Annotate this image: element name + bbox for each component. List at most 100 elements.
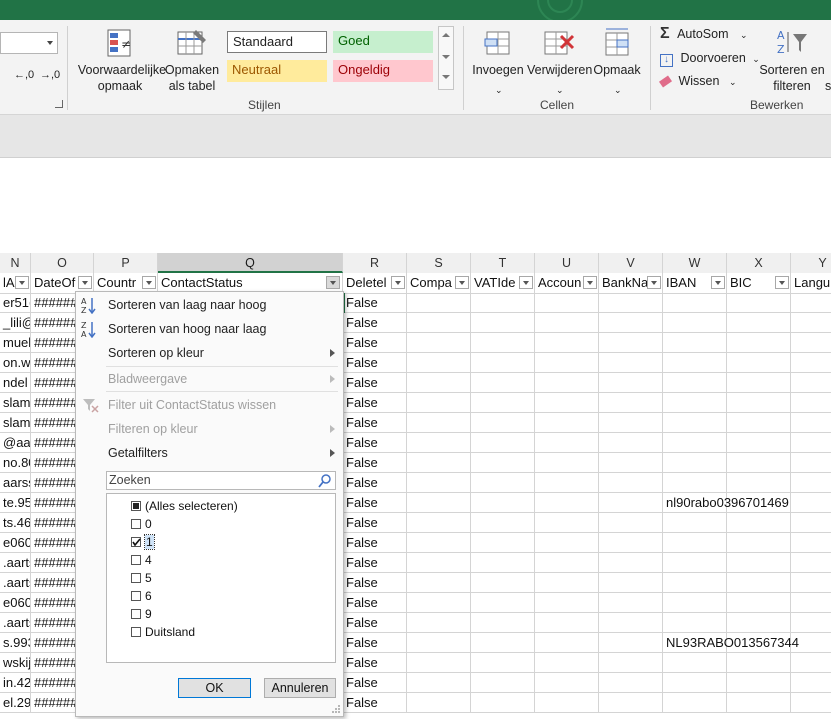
increase-decimals-button[interactable]: ←,0 [14, 67, 34, 83]
table-cell[interactable] [791, 673, 831, 692]
table-cell[interactable] [663, 373, 727, 392]
table-cell[interactable] [471, 653, 535, 672]
table-cell[interactable] [791, 493, 831, 512]
table-cell[interactable] [471, 373, 535, 392]
filter-list-item[interactable]: (Alles selecteren) [107, 498, 333, 514]
checkbox-icon[interactable] [131, 519, 141, 529]
table-cell[interactable] [791, 433, 831, 452]
sort-by-color-item[interactable]: Sorteren op kleur [76, 342, 343, 364]
table-cell[interactable] [663, 393, 727, 412]
table-cell[interactable]: False [343, 653, 407, 672]
table-cell[interactable]: e060 [0, 593, 31, 612]
table-cell[interactable]: nl90rabo0396701469 [663, 493, 789, 512]
filter-list-item[interactable]: 0 [107, 516, 333, 532]
table-cell[interactable] [791, 573, 831, 592]
checkbox-icon[interactable] [131, 627, 141, 637]
table-cell[interactable] [727, 673, 791, 692]
table-cell[interactable] [727, 433, 791, 452]
table-cell[interactable]: er51( [0, 293, 31, 312]
table-cell[interactable]: slama [0, 413, 31, 432]
ok-button[interactable]: OK [178, 678, 251, 698]
table-cell[interactable]: False [343, 493, 407, 512]
column-header[interactable]: V [599, 253, 663, 273]
table-cell[interactable] [535, 293, 599, 312]
table-cell[interactable] [791, 333, 831, 352]
table-cell[interactable]: @aalb [0, 433, 31, 452]
styles-gallery-scroll[interactable] [438, 26, 454, 90]
filter-dropdown-button[interactable] [78, 276, 92, 289]
table-cell[interactable] [407, 513, 471, 532]
table-cell[interactable] [791, 513, 831, 532]
insert-button[interactable]: Invoegen ⌄ [471, 26, 525, 95]
autosum-button[interactable]: Σ AutoSom ⌄ [660, 26, 748, 44]
table-cell[interactable] [663, 293, 727, 312]
table-cell[interactable]: te.957 [0, 493, 31, 512]
table-cell[interactable] [471, 673, 535, 692]
table-cell[interactable] [471, 293, 535, 312]
table-cell[interactable]: False [343, 613, 407, 632]
table-cell[interactable] [599, 453, 663, 472]
table-cell[interactable] [663, 573, 727, 592]
table-cell[interactable] [471, 513, 535, 532]
column-header[interactable]: W [663, 253, 727, 273]
table-cell[interactable] [407, 613, 471, 632]
table-cell[interactable] [791, 313, 831, 332]
table-cell[interactable]: on.w( [0, 353, 31, 372]
table-cell[interactable] [791, 393, 831, 412]
table-cell[interactable]: _lili@ [0, 313, 31, 332]
table-cell[interactable] [727, 553, 791, 572]
table-cell[interactable] [535, 493, 599, 512]
table-cell[interactable] [727, 333, 791, 352]
table-cell[interactable] [663, 473, 727, 492]
table-cell[interactable] [535, 553, 599, 572]
filter-dropdown-button[interactable] [775, 276, 789, 289]
table-cell[interactable] [727, 313, 791, 332]
table-cell[interactable] [535, 693, 599, 712]
table-cell[interactable] [727, 653, 791, 672]
table-cell[interactable]: False [343, 293, 407, 312]
table-cell[interactable] [727, 513, 791, 532]
table-cell[interactable]: s.993 [0, 633, 31, 652]
table-cell[interactable] [727, 453, 791, 472]
table-cell[interactable] [599, 493, 663, 512]
filter-dropdown-button[interactable] [15, 276, 29, 289]
filter-dropdown-button-active[interactable] [326, 276, 340, 289]
table-cell[interactable] [471, 693, 535, 712]
column-header[interactable]: P [94, 253, 158, 273]
table-cell[interactable] [599, 573, 663, 592]
table-cell[interactable] [599, 293, 663, 312]
table-cell[interactable] [407, 433, 471, 452]
table-cell[interactable]: False [343, 553, 407, 572]
table-cell[interactable] [791, 553, 831, 572]
table-cell[interactable]: .aarts [0, 553, 31, 572]
table-cell[interactable] [727, 373, 791, 392]
table-cell[interactable] [407, 653, 471, 672]
table-cell[interactable]: False [343, 533, 407, 552]
style-neutraal[interactable]: Neutraal [227, 60, 327, 82]
table-cell[interactable]: False [343, 633, 407, 652]
table-cell[interactable] [791, 473, 831, 492]
column-header[interactable]: U [535, 253, 599, 273]
table-cell[interactable] [535, 433, 599, 452]
checkbox-icon[interactable] [131, 573, 141, 583]
table-cell[interactable]: aarss [0, 473, 31, 492]
table-cell[interactable] [663, 533, 727, 552]
table-cell[interactable] [471, 453, 535, 472]
table-cell[interactable] [535, 673, 599, 692]
table-cell[interactable] [407, 413, 471, 432]
table-cell[interactable] [727, 473, 791, 492]
table-cell[interactable] [535, 573, 599, 592]
checkbox-icon[interactable] [131, 555, 141, 565]
header-cell[interactable]: Langu [791, 273, 831, 293]
conditional-formatting-button[interactable]: ≠ Voorwaardelijke opmaak [75, 26, 166, 94]
number-format-dropdown[interactable] [0, 32, 58, 54]
table-cell[interactable]: e060 [0, 533, 31, 552]
table-cell[interactable] [471, 553, 535, 572]
table-cell[interactable] [791, 293, 831, 312]
table-cell[interactable] [471, 333, 535, 352]
filter-dropdown-button[interactable] [391, 276, 405, 289]
table-cell[interactable] [471, 313, 535, 332]
table-cell[interactable]: ndel [0, 373, 31, 392]
table-cell[interactable] [535, 593, 599, 612]
column-header[interactable]: Y [791, 253, 831, 273]
